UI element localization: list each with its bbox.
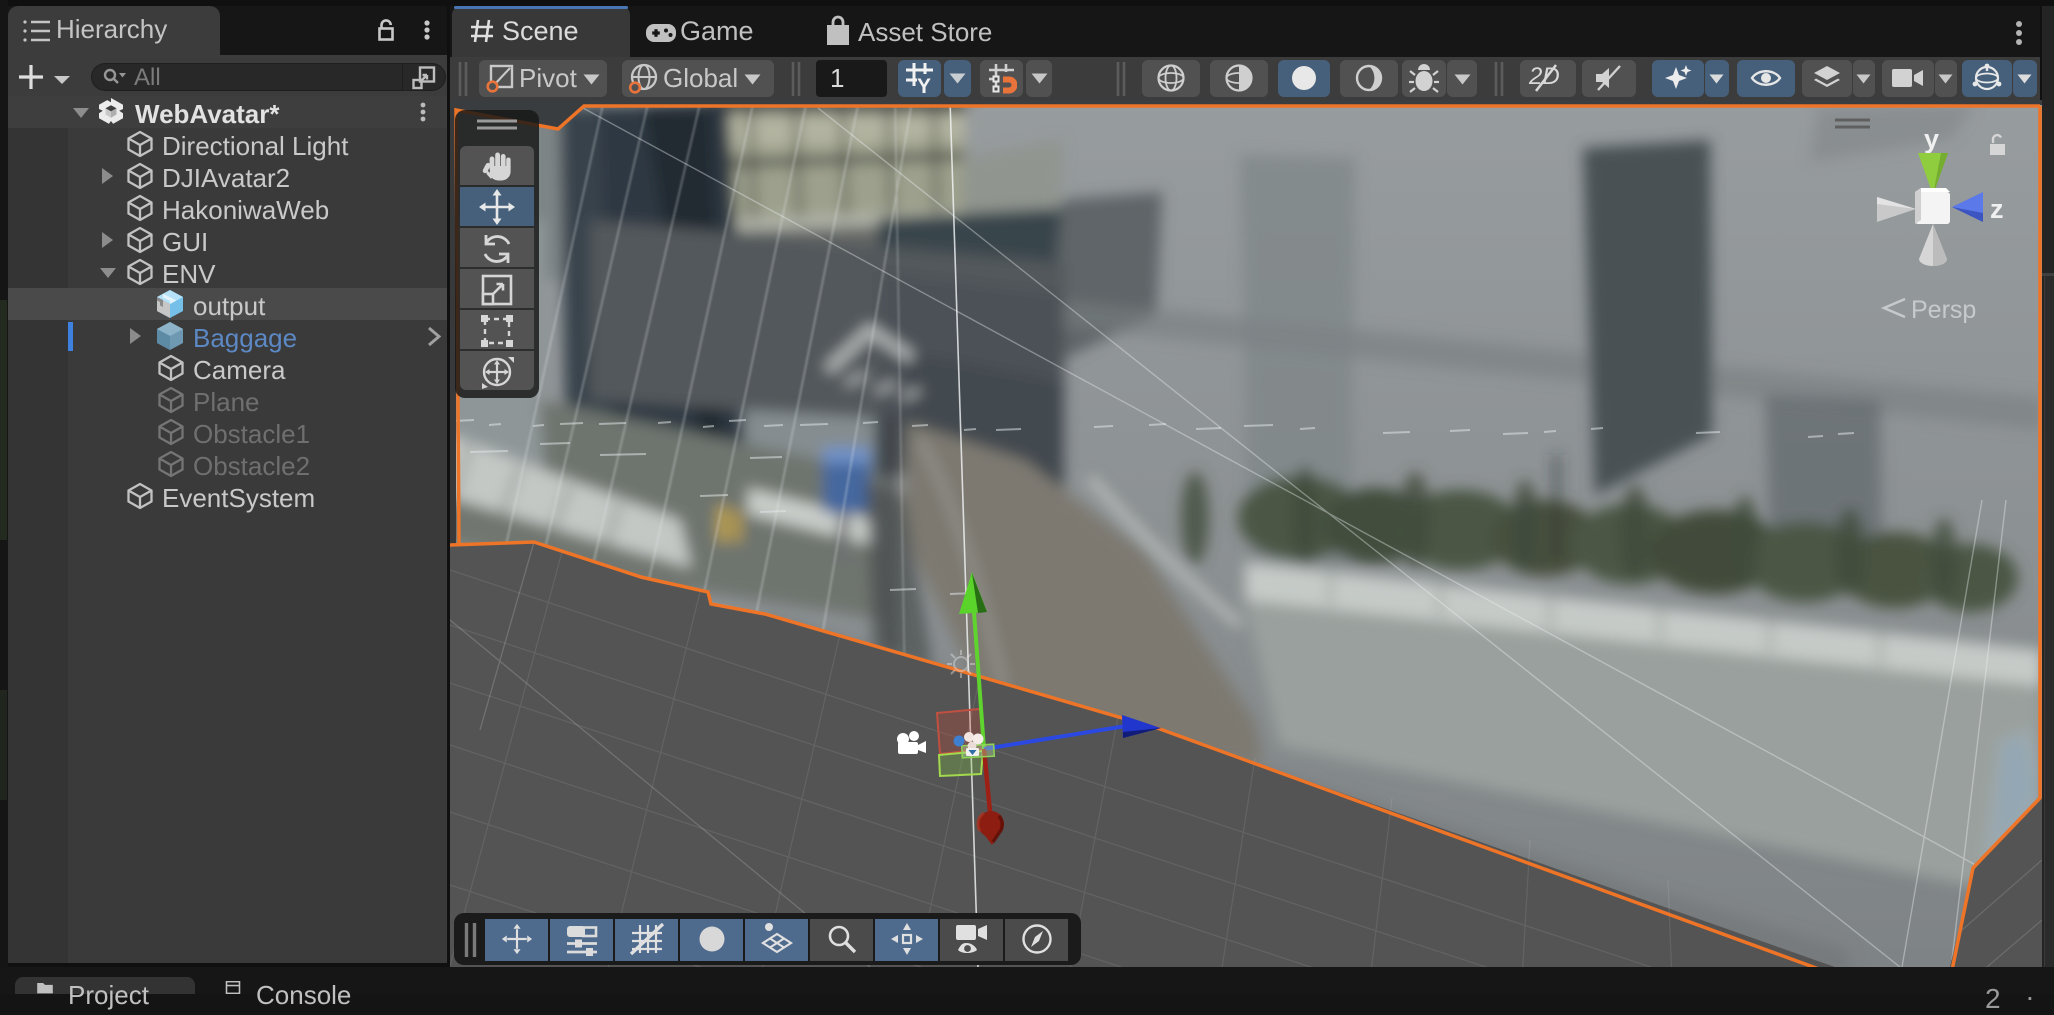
svg-text:z: z <box>1990 194 2004 224</box>
svg-text:y: y <box>1924 124 1939 154</box>
svg-text:Persp: Persp <box>1911 296 1976 324</box>
svg-text:Y: Y <box>917 75 931 94</box>
